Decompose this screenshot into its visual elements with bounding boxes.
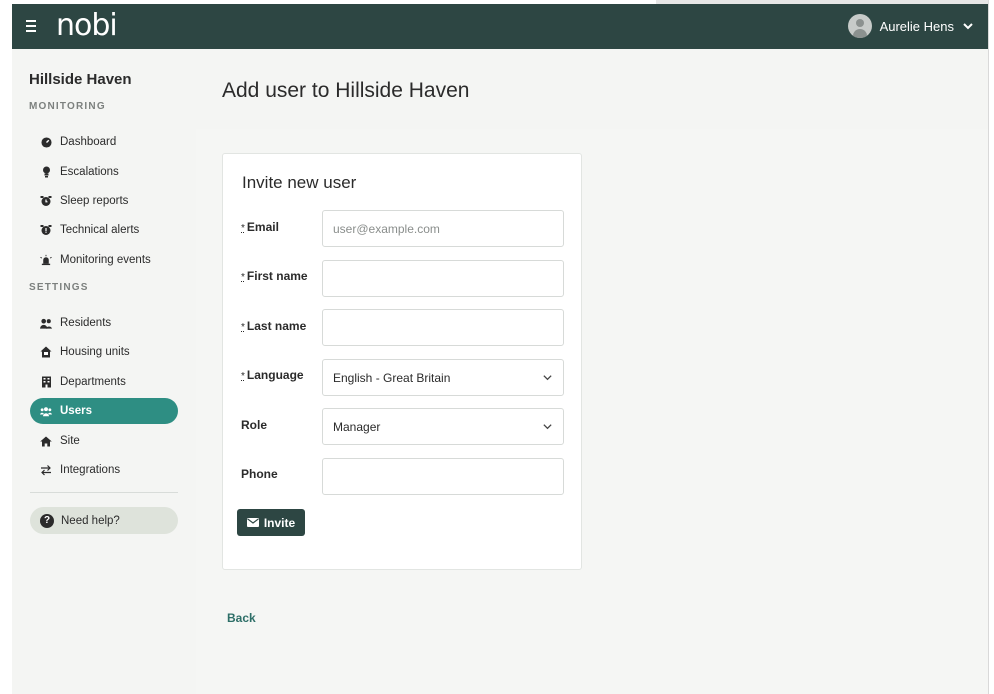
sidebar-item-escalations[interactable]: Escalations	[30, 159, 178, 185]
phone-field[interactable]	[322, 458, 564, 495]
required-marker: *	[241, 322, 245, 333]
email-field[interactable]: user@example.com	[322, 210, 564, 247]
role-value: Manager	[333, 419, 381, 434]
top-bar: nobi Aurelie Hens	[12, 4, 988, 49]
last-name-field[interactable]	[322, 309, 564, 346]
need-help-button[interactable]: ? Need help?	[30, 507, 178, 534]
sidebar-item-label: Users	[60, 405, 92, 417]
role-select[interactable]: Manager	[322, 408, 564, 445]
monitoring-section-label: MONITORING	[29, 101, 106, 112]
sidebar-item-integrations[interactable]: Integrations	[30, 457, 178, 483]
sidebar-item-sleep-reports[interactable]: Sleep reports	[30, 188, 178, 214]
brand-logo[interactable]: nobi	[56, 8, 118, 43]
email-label: * Email	[241, 220, 279, 234]
sidebar-item-residents[interactable]: Residents	[30, 310, 178, 336]
sidebar: Hillside Haven MONITORING Dashboard Esca…	[12, 49, 196, 694]
language-value: English - Great Britain	[333, 370, 451, 385]
chevron-down-icon	[963, 23, 973, 30]
lightbulb-icon	[40, 166, 52, 178]
first-name-label: * First name	[241, 269, 308, 283]
sidebar-item-label: Housing units	[60, 346, 130, 358]
language-label: * Language	[241, 368, 304, 382]
phone-label: Phone	[241, 467, 278, 481]
building-icon	[40, 376, 52, 388]
sidebar-item-monitoring-events[interactable]: Monitoring events	[30, 247, 178, 273]
sidebar-item-label: Monitoring events	[60, 254, 151, 266]
user-name: Aurelie Hens	[879, 18, 954, 34]
last-name-label: * Last name	[241, 319, 307, 333]
sidebar-item-technical-alerts[interactable]: Technical alerts	[30, 217, 178, 243]
sidebar-item-dashboard[interactable]: Dashboard	[30, 129, 178, 155]
home-icon	[40, 435, 52, 447]
sidebar-item-label: Residents	[60, 317, 112, 329]
sidebar-divider	[30, 492, 178, 493]
envelope-icon	[246, 518, 259, 527]
window-right-edge	[988, 0, 994, 694]
language-select[interactable]: English - Great Britain	[322, 359, 564, 396]
sidebar-item-label: Departments	[60, 376, 126, 388]
sidebar-item-label: Technical alerts	[60, 224, 140, 236]
house-icon	[40, 346, 52, 358]
card-title: Invite new user	[242, 173, 357, 192]
required-marker: *	[241, 272, 245, 283]
invite-label: Invite	[263, 515, 296, 530]
need-help-label: Need help?	[61, 514, 120, 527]
sidebar-item-label: Integrations	[60, 464, 121, 476]
invite-button[interactable]: Invite	[237, 509, 305, 536]
user-menu[interactable]: Aurelie Hens	[847, 14, 974, 38]
settings-section-label: SETTINGS	[29, 282, 89, 293]
alarm-clock-icon	[40, 195, 52, 207]
gauge-icon	[40, 136, 52, 148]
role-label: Role	[241, 418, 268, 432]
alarm-clock-alert-icon	[40, 224, 52, 236]
back-link[interactable]: Back	[227, 611, 256, 625]
sidebar-item-users[interactable]: Users	[30, 398, 178, 424]
avatar-icon	[847, 14, 872, 38]
arrows-exchange-icon	[40, 464, 52, 476]
users-icon	[40, 317, 52, 329]
first-name-field[interactable]	[322, 260, 564, 297]
required-marker: *	[241, 223, 245, 234]
siren-icon	[40, 254, 52, 266]
sidebar-item-label: Escalations	[60, 166, 119, 178]
invite-user-card: Invite new user * Email user@example.com …	[222, 153, 582, 570]
user-group-icon	[40, 405, 52, 417]
question-icon: ?	[40, 513, 54, 528]
page-title: Add user to Hillside Haven	[222, 79, 470, 102]
chevron-down-icon	[543, 424, 552, 430]
sidebar-item-site[interactable]: Site	[30, 428, 178, 454]
sidebar-item-label: Dashboard	[60, 136, 117, 148]
sidebar-item-label: Sleep reports	[60, 195, 129, 207]
sidebar-item-housing-units[interactable]: Housing units	[30, 339, 178, 365]
page-header: Add user to Hillside Haven	[196, 49, 988, 129]
hamburger-menu-icon[interactable]	[26, 17, 42, 35]
site-name: Hillside Haven	[29, 71, 132, 88]
chevron-down-icon	[543, 375, 552, 381]
app-window: nobi Aurelie Hens Hillside Haven MONITOR…	[12, 4, 988, 694]
sidebar-item-label: Site	[60, 435, 80, 447]
required-marker: *	[241, 371, 245, 382]
sidebar-item-departments[interactable]: Departments	[30, 369, 178, 395]
